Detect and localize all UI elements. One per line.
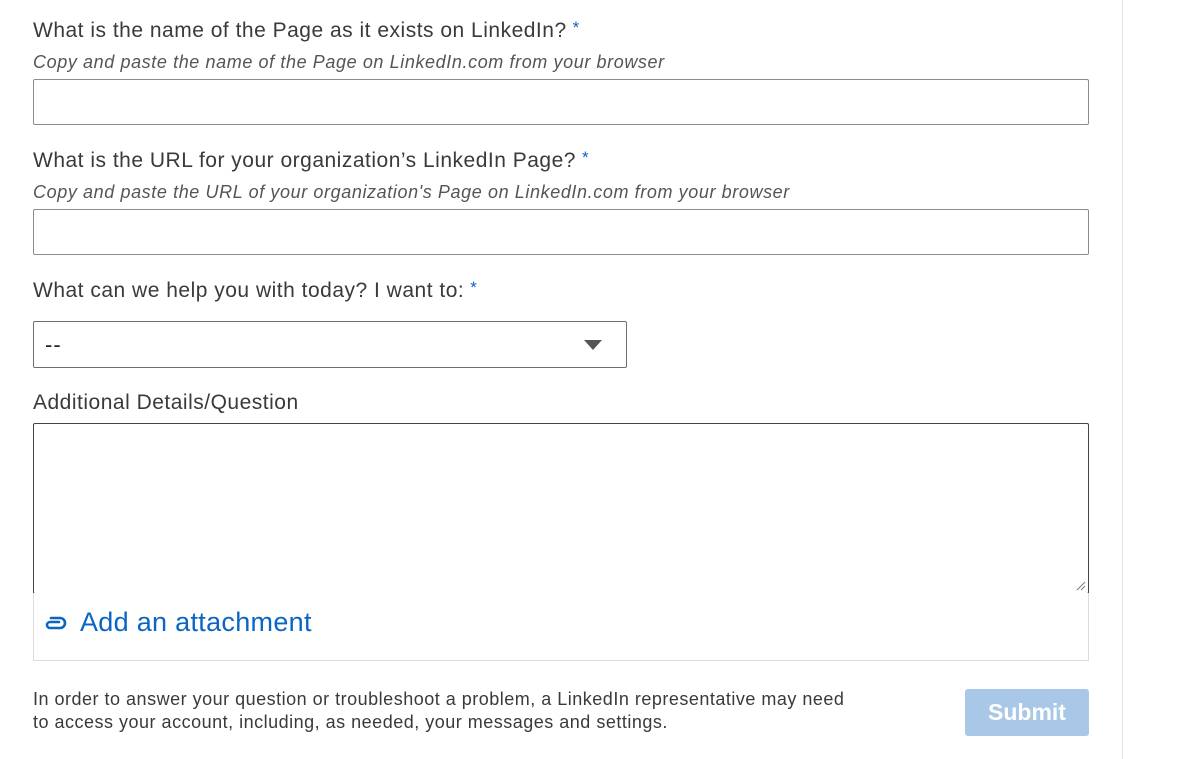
details-textarea[interactable]	[33, 423, 1089, 594]
add-attachment-link[interactable]: Add an attachment	[44, 607, 312, 638]
resize-grip-icon[interactable]	[1074, 579, 1086, 591]
submit-button[interactable]: Submit	[965, 689, 1089, 736]
right-panel-divider	[1122, 0, 1123, 759]
page-name-hint: Copy and paste the name of the Page on L…	[33, 52, 665, 72]
page-name-label: What is the name of the Page as it exist…	[33, 18, 580, 43]
paperclip-icon	[45, 616, 67, 629]
required-marker: *	[572, 18, 580, 37]
help-topic-label-text: What can we help you with today? I want …	[33, 279, 465, 302]
page-url-label: What is the URL for your organization’s …	[33, 148, 589, 173]
page-url-input[interactable]	[33, 209, 1089, 255]
help-topic-selected-value: --	[45, 332, 62, 357]
page-name-label-text: What is the name of the Page as it exist…	[33, 19, 567, 42]
required-marker: *	[581, 148, 590, 167]
page-url-label-text: What is the URL for your organization’s …	[33, 149, 576, 172]
help-topic-label: What can we help you with today? I want …	[33, 278, 477, 303]
attachment-area: Add an attachment	[33, 593, 1089, 661]
page-url-hint: Copy and paste the URL of your organizat…	[33, 182, 790, 202]
details-label: Additional Details/Question	[33, 391, 299, 414]
add-attachment-label: Add an attachment	[80, 607, 312, 637]
page-name-input[interactable]	[33, 79, 1089, 125]
required-marker: *	[470, 278, 478, 297]
privacy-disclaimer: In order to answer your question or trou…	[33, 689, 845, 732]
help-topic-select[interactable]: --	[33, 321, 627, 368]
chevron-down-icon	[584, 340, 602, 350]
